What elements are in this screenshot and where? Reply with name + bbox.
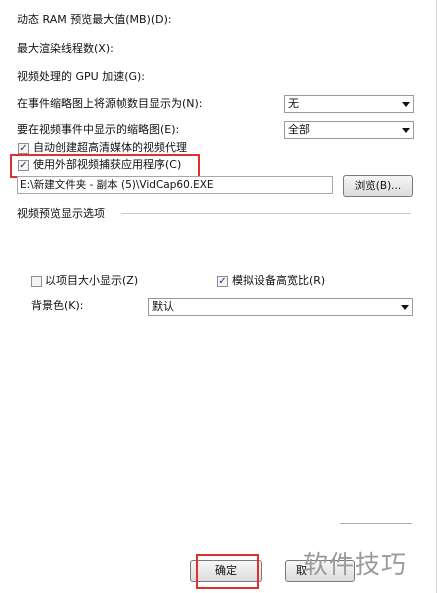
- bg-color-label: 背景色(K):: [31, 299, 84, 312]
- browse-button[interactable]: 浏览(B)...: [343, 175, 413, 197]
- watermark-text: 软件技巧: [303, 550, 408, 579]
- gpu-accel-label: 视频处理的 GPU 加速(G):: [17, 70, 146, 83]
- thumb-frames-label: 在事件缩略图上将源帧数目显示为(N):: [17, 97, 203, 110]
- section-divider: [121, 213, 411, 214]
- thumbs-to-show-value: 全部: [288, 123, 310, 136]
- preferences-dialog: 动态 RAM 预览最大值(MB)(D): 最大渲染线程数(X): 视频处理的 G…: [0, 0, 437, 593]
- capture-path-value: E:\新建文件夹 - 副本 (5)\VidCap60.EXE: [20, 179, 214, 191]
- thumb-frames-value: 无: [288, 97, 299, 110]
- highlight-box-ok: [196, 554, 259, 589]
- highlight-box-capture: [10, 154, 200, 178]
- bg-color-dropdown[interactable]: 默认: [148, 298, 413, 316]
- auto-proxy-checkbox[interactable]: ✓: [18, 143, 29, 154]
- auto-proxy-label: 自动创建超高清媒体的视频代理: [33, 141, 187, 154]
- video-preview-options-heading: 视频预览显示选项: [17, 207, 105, 220]
- bg-color-value: 默认: [152, 300, 174, 313]
- thumbs-to-show-label: 要在视频事件中显示的缩略图(E):: [17, 123, 180, 136]
- show-at-size-label: 以项目大小显示(Z): [45, 274, 139, 287]
- thumbs-to-show-dropdown[interactable]: 全部: [284, 121, 414, 139]
- chevron-down-icon: [398, 299, 412, 315]
- capture-path-field[interactable]: E:\新建文件夹 - 副本 (5)\VidCap60.EXE: [17, 176, 333, 194]
- chevron-down-icon: [399, 96, 413, 112]
- thumb-frames-dropdown[interactable]: 无: [284, 95, 414, 113]
- reset-button-edge: [340, 523, 412, 524]
- chevron-down-icon: [399, 122, 413, 138]
- show-at-size-checkbox[interactable]: [31, 276, 42, 287]
- simulate-aspect-label: 模拟设备高宽比(R): [232, 274, 326, 287]
- simulate-aspect-checkbox[interactable]: ✓: [217, 276, 228, 287]
- max-preview-ram-label: 动态 RAM 预览最大值(MB)(D):: [17, 13, 172, 26]
- max-render-threads-label: 最大渲染线程数(X):: [17, 42, 114, 55]
